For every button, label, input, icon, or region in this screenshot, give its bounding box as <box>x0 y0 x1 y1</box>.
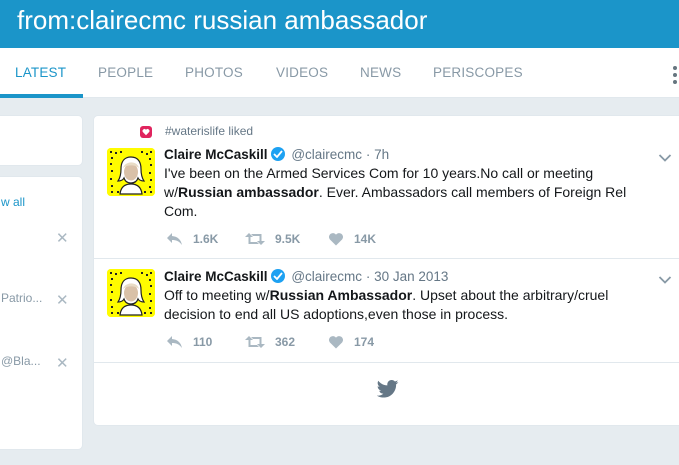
search-tabs: LATEST PEOPLE PHOTOS VIDEOS NEWS PERISCO… <box>0 48 679 98</box>
retweet-count: 9.5K <box>275 232 301 246</box>
tab-periscopes[interactable]: PERISCOPES <box>433 48 523 98</box>
separator-dot: · <box>365 269 371 284</box>
retweet-icon <box>245 336 265 348</box>
tweet-actions: 1.6K 9.5K 14K <box>164 230 464 248</box>
dismiss-icon[interactable]: ✕ <box>56 356 69 371</box>
tweet-actions: 110 362 174 <box>164 333 464 351</box>
retweet-button[interactable]: 9.5K <box>245 230 300 248</box>
tweet-timestamp[interactable]: 7h <box>374 147 389 162</box>
heart-icon <box>140 126 152 138</box>
heart-icon <box>328 336 344 349</box>
verified-badge-icon <box>270 269 285 283</box>
retweet-icon <box>245 233 265 245</box>
tweet-text-highlight: Russian ambassador <box>178 184 319 200</box>
retweet-button[interactable]: 362 <box>245 333 295 351</box>
tweet-text: Off to meeting w/Russian Ambassador. Ups… <box>164 286 644 324</box>
tweet-text: I've been on the Armed Services Com for … <box>164 164 644 221</box>
tab-photos[interactable]: PHOTOS <box>185 48 243 98</box>
tab-latest[interactable]: LATEST <box>15 48 66 98</box>
retweet-count: 362 <box>275 335 296 349</box>
separator-dot: · <box>365 147 371 162</box>
dismiss-icon[interactable]: ✕ <box>56 293 69 308</box>
reply-count: 110 <box>193 335 213 349</box>
reply-button[interactable]: 1.6K <box>166 230 218 248</box>
tab-videos[interactable]: VIDEOS <box>276 48 328 98</box>
author-username[interactable]: @clairecmc <box>291 269 362 284</box>
suggestion-name[interactable]: @Bla... <box>1 354 41 368</box>
tweet[interactable]: #waterislife liked Claire McCaskill @cla… <box>94 116 679 259</box>
like-count: 174 <box>354 335 375 349</box>
tweet-context[interactable]: #waterislife liked <box>165 124 253 138</box>
avatar[interactable] <box>107 269 155 317</box>
avatar[interactable] <box>107 148 155 196</box>
search-header: from:clairecmc russian ambassador <box>0 0 679 48</box>
author-name[interactable]: Claire McCaskill <box>164 269 268 284</box>
tweet-header: Claire McCaskill @clairecmc · 30 Jan 201… <box>164 269 448 284</box>
twitter-bird-icon <box>376 380 399 398</box>
view-all-link[interactable]: w all <box>1 195 25 209</box>
suggestion-name[interactable]: Patrio... <box>1 291 42 305</box>
tab-news[interactable]: NEWS <box>360 48 401 98</box>
reply-button[interactable]: 110 <box>166 333 212 351</box>
search-query-title: from:clairecmc russian ambassador <box>17 5 428 35</box>
tweet-header: Claire McCaskill @clairecmc · 7h <box>164 147 389 162</box>
author-name[interactable]: Claire McCaskill <box>164 147 268 162</box>
tweet-text-highlight: Russian Ambassador <box>269 287 413 303</box>
chevron-down-icon[interactable] <box>658 272 672 284</box>
reply-icon <box>167 233 182 245</box>
like-count: 14K <box>354 232 377 246</box>
chevron-down-icon[interactable] <box>658 150 672 162</box>
tweet[interactable]: Claire McCaskill @clairecmc · 30 Jan 201… <box>94 259 679 363</box>
active-tab-indicator <box>0 94 83 98</box>
tweet-text-part: Off to meeting w/ <box>164 287 270 303</box>
heart-icon <box>328 233 344 246</box>
verified-badge-icon <box>270 147 285 161</box>
author-username[interactable]: @clairecmc <box>291 147 362 162</box>
like-button[interactable]: 14K <box>328 230 376 248</box>
sidebar-who-to-follow: w all ✕ Patrio... ✕ @Bla... ✕ <box>0 176 83 450</box>
reply-icon <box>167 336 182 348</box>
tab-people[interactable]: PEOPLE <box>98 48 153 98</box>
more-options-icon[interactable] <box>673 66 679 88</box>
sidebar-profile-card <box>0 115 83 166</box>
tweet-timestamp[interactable]: 30 Jan 2013 <box>374 269 448 284</box>
search-timeline: #waterislife liked Claire McCaskill @cla… <box>93 115 679 426</box>
reply-count: 1.6K <box>193 232 219 246</box>
like-button[interactable]: 174 <box>328 333 374 351</box>
dismiss-icon[interactable]: ✕ <box>56 231 69 246</box>
